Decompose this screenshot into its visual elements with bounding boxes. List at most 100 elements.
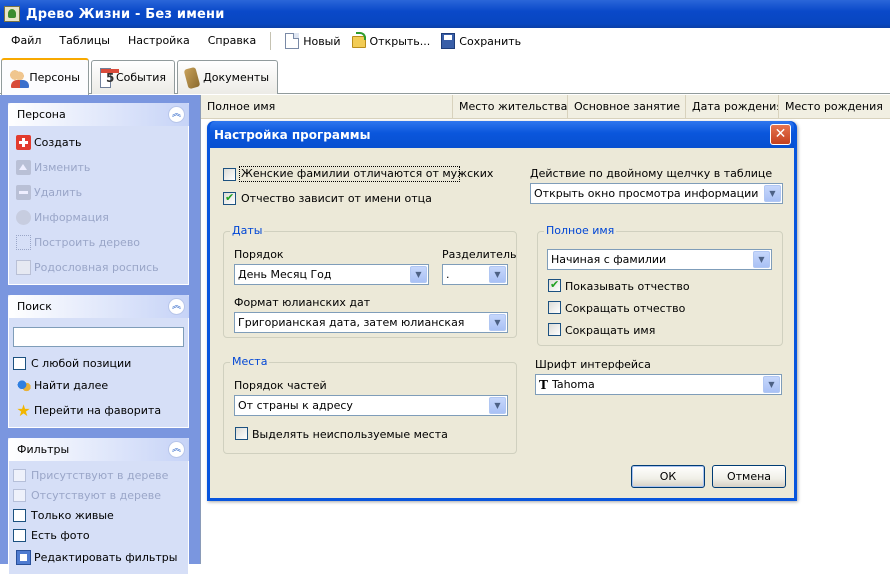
- ok-button[interactable]: ОК: [631, 465, 705, 488]
- fullname-order-select[interactable]: Начиная с фамилии ▼: [547, 249, 772, 270]
- save-disk-icon: [441, 33, 456, 49]
- shorten-patronymic-checkbox[interactable]: [548, 301, 561, 314]
- female-surnames-checkbox[interactable]: [223, 168, 236, 181]
- chevron-down-icon: ▼: [489, 314, 506, 331]
- goto-favorite-label: Перейти на фаворита: [34, 404, 162, 417]
- filters-group-header[interactable]: Фильтры ︽: [8, 438, 189, 461]
- date-order-label: Порядок: [234, 248, 284, 261]
- close-icon[interactable]: ✕: [770, 124, 791, 145]
- tab-persons[interactable]: Персоны: [1, 58, 89, 95]
- search-input[interactable]: [13, 327, 184, 347]
- date-order-select[interactable]: День Месяц Год ▼: [234, 264, 429, 285]
- dates-legend: Даты: [230, 224, 265, 237]
- date-order-value: День Месяц Год: [238, 268, 332, 281]
- column-header-residence[interactable]: Место жительства: [453, 95, 568, 119]
- window-titlebar[interactable]: Древо Жизни - Без имени: [0, 0, 890, 28]
- shorten-name-label: Сокращать имя: [565, 324, 656, 337]
- chevron-down-icon: ▼: [410, 266, 427, 283]
- filter-alive-checkbox[interactable]: Только живые: [9, 505, 188, 525]
- filter-absent-checkbox[interactable]: Отсутствуют в дереве: [9, 485, 188, 505]
- task-create-label: Создать: [34, 136, 82, 149]
- dblclick-action-select[interactable]: Открыть окно просмотра информации ▼: [530, 183, 783, 204]
- info-icon: [16, 210, 31, 225]
- fullname-legend: Полное имя: [544, 224, 617, 237]
- highlight-unused-label: Выделять неиспользуемые места: [252, 428, 448, 441]
- collapse-up-icon[interactable]: ︽: [168, 298, 185, 315]
- fullname-order-value: Начиная с фамилии: [551, 253, 667, 266]
- dates-group: Даты Порядок День Месяц Год ▼ Разделител…: [223, 224, 517, 338]
- task-info-label: Информация: [34, 211, 109, 224]
- dialog-title: Настройка программы: [214, 127, 371, 142]
- column-header-birthdate[interactable]: Дата рождения: [686, 95, 779, 119]
- filter-edit-icon: [16, 550, 31, 565]
- menu-file[interactable]: Файл: [2, 31, 50, 51]
- tab-events[interactable]: События: [91, 60, 175, 94]
- persons-icon: [10, 67, 30, 88]
- filters-group-title: Фильтры: [17, 443, 70, 456]
- checkbox-box: [13, 468, 26, 482]
- search-group-header[interactable]: Поиск ︽: [8, 295, 189, 318]
- female-surnames-label: Женские фамилии отличаются от мужских: [241, 167, 494, 180]
- task-edit[interactable]: Изменить: [9, 155, 188, 180]
- column-header-occupation[interactable]: Основное занятие: [568, 95, 686, 119]
- column-header-fullname[interactable]: Полное имя: [201, 95, 453, 119]
- task-pane: Персона ︽ Создать Изменить Удалить Инфор…: [0, 95, 200, 575]
- person-group-header[interactable]: Персона ︽: [8, 103, 189, 126]
- task-create[interactable]: Создать: [9, 130, 188, 155]
- checkbox-box: [13, 356, 26, 370]
- menu-tables[interactable]: Таблицы: [50, 31, 119, 51]
- column-header-birthplace[interactable]: Место рождения: [779, 95, 890, 119]
- interface-font-select[interactable]: T Tahoma ▼: [535, 374, 782, 395]
- truetype-font-icon: T: [539, 377, 548, 392]
- find-next-button[interactable]: Найти далее: [9, 373, 188, 398]
- plus-icon: [16, 135, 31, 150]
- chevron-down-icon: ▼: [489, 266, 506, 283]
- patronymic-checkbox[interactable]: [223, 191, 236, 205]
- edit-filters-label: Редактировать фильтры: [34, 551, 178, 564]
- date-separator-label: Разделитель: [442, 248, 517, 261]
- collapse-up-icon[interactable]: ︽: [168, 441, 185, 458]
- highlight-unused-checkbox[interactable]: [235, 427, 248, 440]
- new-button[interactable]: Новый: [281, 30, 347, 52]
- toolbar-separator: [270, 32, 272, 50]
- open-button-label: Открыть...: [369, 34, 431, 48]
- task-info[interactable]: Информация: [9, 205, 188, 230]
- app-tree-icon: [4, 6, 20, 22]
- place-order-select[interactable]: От страны к адресу ▼: [234, 395, 508, 416]
- filter-photo-checkbox[interactable]: Есть фото: [9, 525, 188, 545]
- filter-present-checkbox[interactable]: Присутствуют в дереве: [9, 465, 188, 485]
- filter-present-label: Присутствуют в дереве: [31, 468, 169, 482]
- checkbox-box: [13, 508, 26, 522]
- julian-format-select[interactable]: Григорианская дата, затем юлианская ▼: [234, 312, 508, 333]
- dblclick-action-label: Действие по двойному щелчку в таблице: [530, 167, 773, 180]
- menu-settings[interactable]: Настройка: [119, 31, 199, 51]
- menu-help[interactable]: Справка: [199, 31, 265, 51]
- chevron-down-icon: ▼: [489, 397, 506, 414]
- goto-favorite-button[interactable]: ★ Перейти на фаворита: [9, 398, 188, 423]
- dialog-titlebar[interactable]: Настройка программы ✕: [210, 121, 794, 148]
- new-document-icon: [285, 33, 300, 49]
- interface-font-label: Шрифт интерфейса: [535, 358, 651, 371]
- date-separator-select[interactable]: . ▼: [442, 264, 508, 285]
- tab-events-label: События: [115, 71, 166, 84]
- places-group: Места Порядок частей От страны к адресу …: [223, 355, 517, 454]
- collapse-up-icon[interactable]: ︽: [168, 106, 185, 123]
- cancel-button[interactable]: Отмена: [712, 465, 786, 488]
- edit-filters-button[interactable]: Редактировать фильтры: [9, 545, 188, 570]
- task-build-tree[interactable]: Построить дерево: [9, 230, 188, 255]
- show-patronymic-checkbox[interactable]: [548, 278, 561, 292]
- save-button[interactable]: Сохранить: [437, 30, 528, 52]
- julian-format-label: Формат юлианских дат: [234, 296, 371, 309]
- tabstrip: Персоны События Документы: [0, 54, 890, 95]
- tab-documents[interactable]: Документы: [177, 60, 278, 94]
- any-position-checkbox[interactable]: С любой позиции: [9, 353, 188, 373]
- task-delete[interactable]: Удалить: [9, 180, 188, 205]
- grid-header: Полное имя Место жительства Основное зан…: [201, 95, 890, 119]
- shorten-name-checkbox[interactable]: [548, 323, 561, 336]
- minus-icon: [16, 185, 31, 200]
- binoculars-icon: [16, 378, 31, 393]
- menubar: Файл Таблицы Настройка Справка Новый Отк…: [0, 28, 890, 54]
- edit-icon: [16, 160, 31, 175]
- open-button[interactable]: Открыть...: [348, 30, 438, 52]
- task-pedigree[interactable]: Родословная роспись: [9, 255, 188, 280]
